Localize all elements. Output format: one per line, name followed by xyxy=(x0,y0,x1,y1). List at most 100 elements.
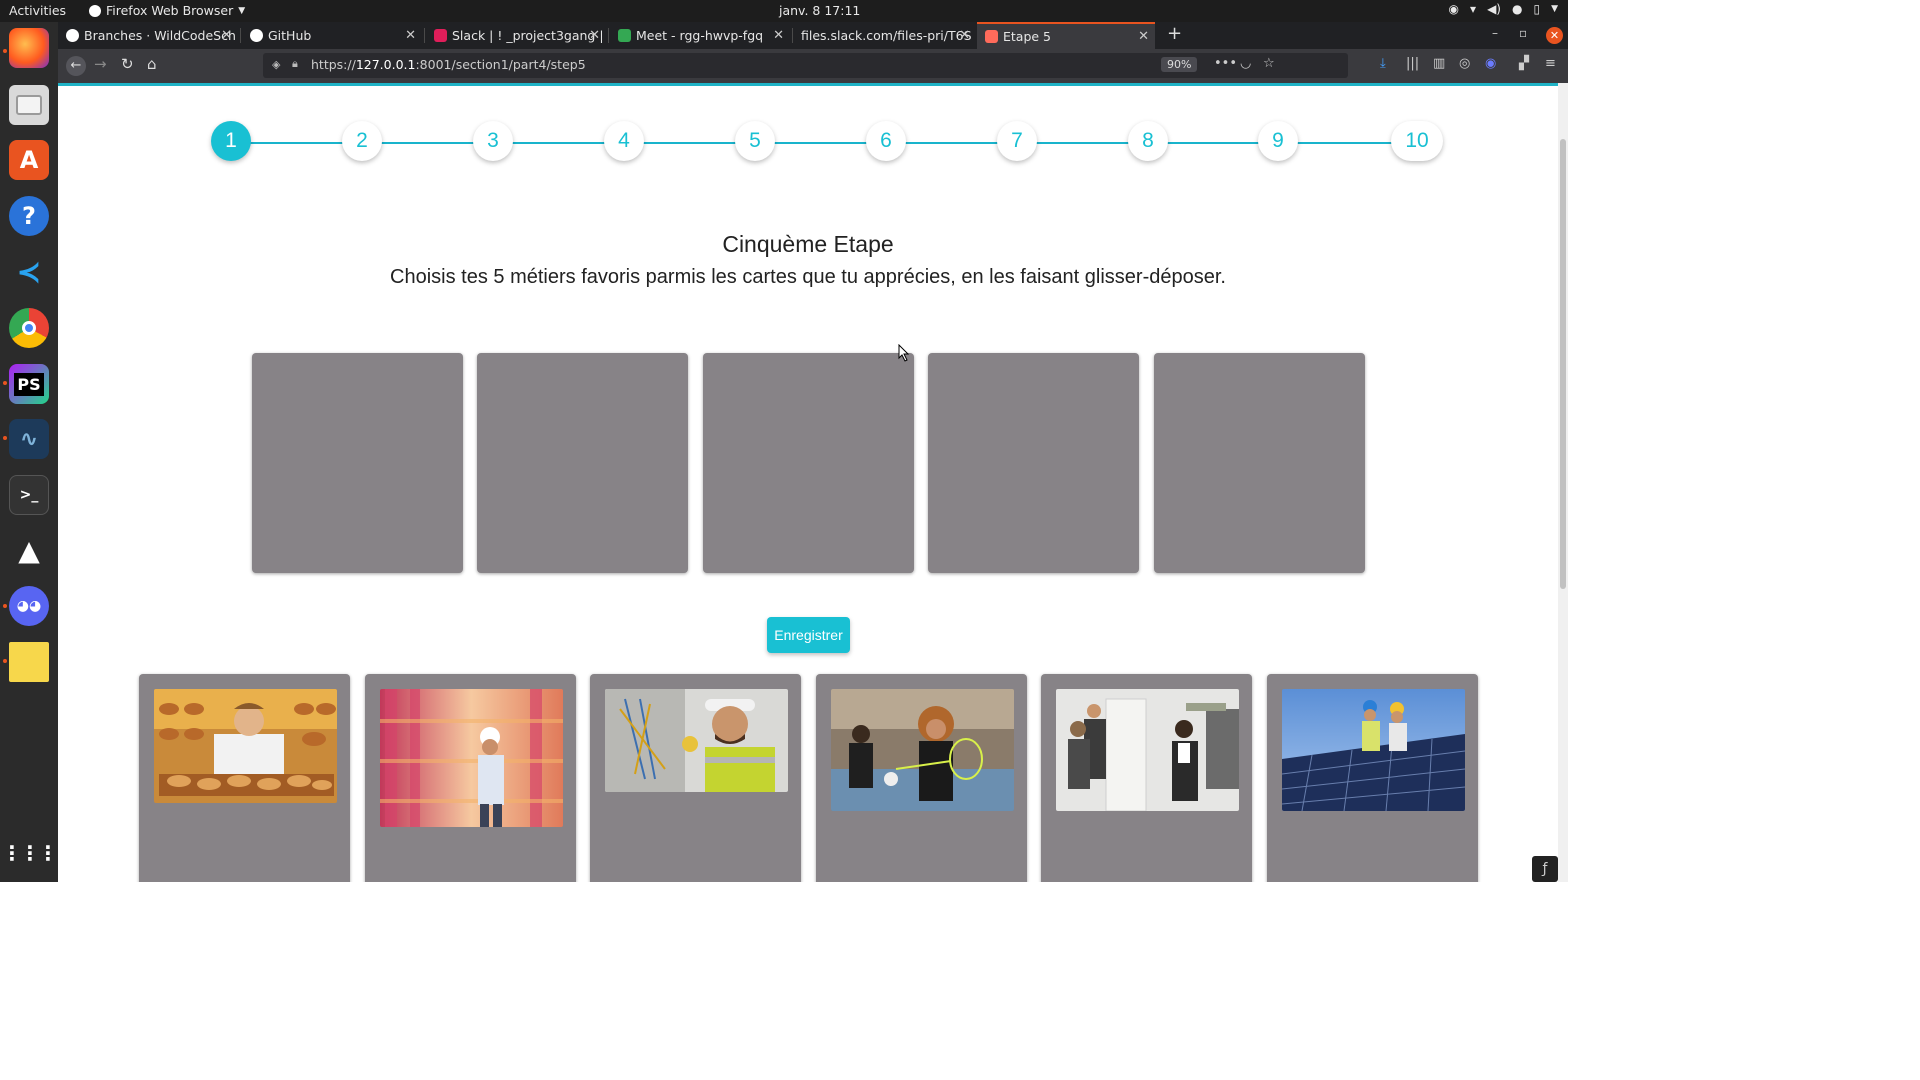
job-card-solar-technician[interactable] xyxy=(1267,674,1478,882)
mysql-workbench-icon[interactable]: ∿ xyxy=(9,419,49,459)
github-tab-icon xyxy=(66,29,79,42)
clock[interactable]: janv. 8 17:11 xyxy=(779,3,860,18)
drop-slot-2[interactable] xyxy=(477,353,688,573)
discord-tray-icon[interactable]: ◉ xyxy=(1449,2,1459,16)
step-6[interactable]: 6 xyxy=(866,121,906,161)
job-card-real-estate[interactable] xyxy=(1041,674,1252,882)
software-center-icon[interactable]: A xyxy=(9,140,49,180)
step-8[interactable]: 8 xyxy=(1128,121,1168,161)
phpstorm-icon[interactable]: PS xyxy=(9,364,49,404)
drop-slot-5[interactable] xyxy=(1154,353,1365,573)
back-arrow-icon[interactable]: ← xyxy=(66,56,86,76)
downloads-icon[interactable]: ⤓ xyxy=(1380,56,1386,71)
help-icon[interactable]: ? xyxy=(9,196,49,236)
close-tab-icon[interactable]: ✕ xyxy=(405,22,416,49)
bookmark-star-icon[interactable]: ☆ xyxy=(1263,56,1275,71)
volume-icon: ◀) xyxy=(1487,2,1501,16)
forward-arrow-icon[interactable]: → xyxy=(94,55,107,73)
terminal-icon[interactable]: >_ xyxy=(9,475,49,515)
close-tab-icon[interactable]: ✕ xyxy=(1138,24,1149,49)
sticky-notes-icon[interactable] xyxy=(9,642,49,682)
page-actions-icon[interactable]: ••• xyxy=(1214,56,1237,71)
page-instructions: Choisis tes 5 métiers favoris parmis les… xyxy=(390,266,1226,288)
save-button[interactable]: Enregistrer xyxy=(767,617,850,653)
real-estate-photo xyxy=(1056,689,1239,811)
restore-icon[interactable]: ▫ xyxy=(1519,26,1527,40)
inkscape-icon[interactable]: ▲ xyxy=(9,530,49,570)
hamburger-menu-icon[interactable]: ≡ xyxy=(1545,56,1556,71)
warehouse-photo xyxy=(380,689,563,827)
close-tab-icon[interactable]: ✕ xyxy=(589,22,600,49)
job-card-sports-teacher[interactable] xyxy=(816,674,1027,882)
tab-github[interactable]: GitHub ✕ xyxy=(242,22,422,49)
minimize-icon[interactable]: – xyxy=(1492,26,1498,40)
discord-icon[interactable]: ◕◕ xyxy=(9,586,49,626)
system-top-bar: Activities Firefox Web Browser ▼ janv. 8… xyxy=(0,0,1568,22)
url-text[interactable]: https://127.0.0.1:8001/section1/part4/st… xyxy=(311,57,586,72)
firefox-dock-icon[interactable] xyxy=(9,28,49,68)
electrician-photo xyxy=(605,689,788,792)
close-tab-icon[interactable]: ✕ xyxy=(773,22,784,49)
step-4[interactable]: 4 xyxy=(604,121,644,161)
step-5[interactable]: 5 xyxy=(735,121,775,161)
drop-slot-4[interactable] xyxy=(928,353,1139,573)
window-close-icon[interactable]: ✕ xyxy=(1546,27,1563,44)
step-9[interactable]: 9 xyxy=(1258,121,1298,161)
app-menu[interactable]: Firefox Web Browser ▼ xyxy=(89,3,245,18)
tab-etape-5[interactable]: Etape 5 ✕ xyxy=(977,22,1155,49)
chrome-icon[interactable] xyxy=(9,308,49,348)
tab-branches[interactable]: Branches · WildCodeSch ✕ xyxy=(58,22,238,49)
step-3[interactable]: 3 xyxy=(473,121,513,161)
files-dock-icon[interactable] xyxy=(9,85,49,125)
extensions-puzzle-icon[interactable]: ▞ xyxy=(1519,56,1529,71)
account-icon[interactable]: ◎ xyxy=(1459,56,1470,71)
running-indicator xyxy=(3,659,7,663)
battery-icon: ▯ xyxy=(1533,2,1541,16)
sports-teacher-photo xyxy=(831,689,1014,811)
drop-slot-3[interactable] xyxy=(703,353,914,573)
drop-slot-1[interactable] xyxy=(252,353,463,573)
library-icon[interactable]: ||| xyxy=(1406,56,1419,71)
dock: A ? ≺ PS ∿ >_ ▲ ◕◕ ⋮⋮⋮ xyxy=(0,22,58,882)
close-tab-icon[interactable]: ✕ xyxy=(959,22,970,49)
system-tray[interactable]: ◉ ▾ ◀) ● ▯ ▼ xyxy=(1449,2,1558,16)
job-card-electrician[interactable] xyxy=(590,674,801,882)
job-card-baker[interactable] xyxy=(139,674,350,882)
home-icon[interactable]: ⌂ xyxy=(147,55,157,73)
tab-meet[interactable]: Meet - rgg-hwvp-fgq ✕ xyxy=(610,22,790,49)
symfony-toolbar-icon[interactable]: ƒ xyxy=(1532,856,1558,882)
sidebar-icon[interactable]: ▥ xyxy=(1433,56,1445,71)
zoom-indicator[interactable]: 90% xyxy=(1161,57,1198,72)
tab-separator xyxy=(240,28,241,43)
page-tab-icon xyxy=(985,30,998,43)
url-bar[interactable]: ◈ 🔒︎ https://127.0.0.1:8001/section1/par… xyxy=(263,53,1348,78)
step-10[interactable]: 10 xyxy=(1391,121,1443,161)
lock-icon[interactable]: 🔒︎ xyxy=(292,57,298,71)
vscode-icon[interactable]: ≺ xyxy=(9,252,49,292)
tab-slack[interactable]: Slack | ! _project3gang | \ ✕ xyxy=(426,22,606,49)
page-scrollbar[interactable] xyxy=(1558,83,1568,882)
running-indicator xyxy=(3,604,7,608)
tab-separator xyxy=(608,28,609,43)
reload-icon[interactable]: ↻ xyxy=(121,55,134,73)
page-title: Cinquème Etape xyxy=(722,231,894,257)
step-2[interactable]: 2 xyxy=(342,121,382,161)
extension-icon[interactable]: ◉ xyxy=(1485,56,1496,71)
system-menu-caret-icon[interactable]: ▼ xyxy=(1551,4,1558,14)
mouse-cursor-icon xyxy=(898,344,910,362)
scrollbar-thumb[interactable] xyxy=(1560,139,1566,589)
tab-strip: Branches · WildCodeSch ✕ GitHub ✕ Slack … xyxy=(58,22,1568,49)
job-card-warehouse[interactable] xyxy=(365,674,576,882)
firefox-small-icon xyxy=(89,4,101,17)
microphone-icon: ● xyxy=(1511,2,1523,16)
new-tab-icon[interactable]: + xyxy=(1167,23,1182,44)
activities-button[interactable]: Activities xyxy=(9,3,66,18)
pocket-icon[interactable]: ◡ xyxy=(1240,56,1251,71)
step-1[interactable]: 1 xyxy=(211,121,251,161)
tracking-shield-icon[interactable]: ◈ xyxy=(272,58,280,71)
close-tab-icon[interactable]: ✕ xyxy=(221,22,232,49)
running-indicator xyxy=(3,49,7,53)
show-applications-icon[interactable]: ⋮⋮⋮ xyxy=(2,833,58,873)
step-7[interactable]: 7 xyxy=(997,121,1037,161)
tab-slack-files[interactable]: files.slack.com/files-pri/T6S ✕ xyxy=(793,22,976,49)
